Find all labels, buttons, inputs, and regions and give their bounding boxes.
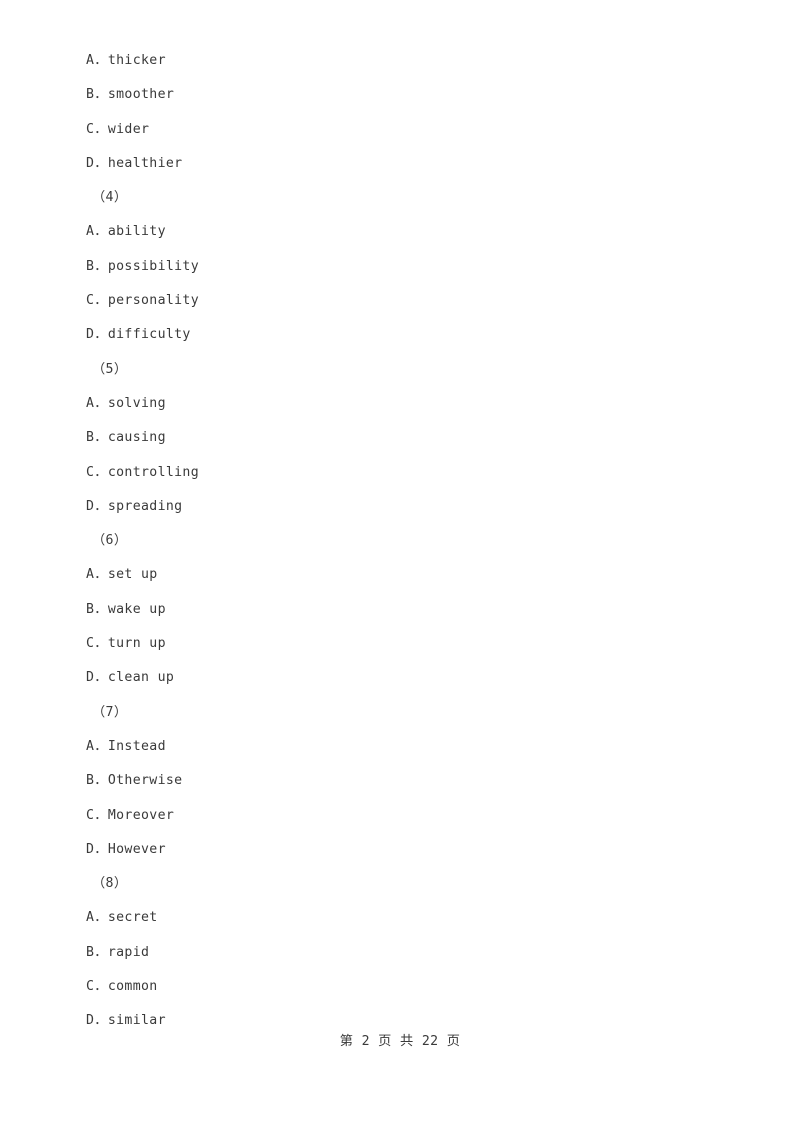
answer-option[interactable]: A．solving <box>0 387 800 421</box>
answer-option[interactable]: B．smoother <box>0 78 800 112</box>
answer-option[interactable]: D．healthier <box>0 147 800 181</box>
answer-option[interactable]: B．possibility <box>0 250 800 284</box>
question-number[interactable]: （6） <box>0 524 800 558</box>
page-footer: 第 2 页 共 22 页 <box>339 1034 461 1049</box>
answer-option[interactable]: D．However <box>0 833 800 867</box>
answer-option[interactable]: B．Otherwise <box>0 764 800 798</box>
answer-option[interactable]: A．ability <box>0 215 800 249</box>
answer-option[interactable]: B．wake up <box>0 593 800 627</box>
answer-option[interactable]: D．clean up <box>0 661 800 695</box>
question-options-list: A．thicker B．smoother C．wider D．healthier （4）… <box>0 44 800 1039</box>
answer-option[interactable]: C．turn up <box>0 627 800 661</box>
question-number[interactable]: （5） <box>0 353 800 387</box>
answer-option[interactable]: C．Moreover <box>0 799 800 833</box>
question-number[interactable]: （4） <box>0 181 800 215</box>
answer-option[interactable]: D．spreading <box>0 490 800 524</box>
answer-option[interactable]: B．causing <box>0 421 800 455</box>
answer-option[interactable]: C．personality <box>0 284 800 318</box>
document-page: A．thicker B．smoother C．wider D．healthier （4）… <box>0 0 800 1132</box>
answer-option[interactable]: C．common <box>0 970 800 1004</box>
answer-option[interactable]: A．Instead <box>0 730 800 764</box>
answer-option[interactable]: A．secret <box>0 901 800 935</box>
answer-option[interactable]: C．wider <box>0 113 800 147</box>
question-number[interactable]: （7） <box>0 696 800 730</box>
question-number[interactable]: （8） <box>0 867 800 901</box>
answer-option[interactable]: C．controlling <box>0 456 800 490</box>
answer-option[interactable]: B．rapid <box>0 936 800 970</box>
answer-option[interactable]: A．thicker <box>0 44 800 78</box>
answer-option[interactable]: D．difficulty <box>0 318 800 352</box>
answer-option[interactable]: A．set up <box>0 558 800 592</box>
